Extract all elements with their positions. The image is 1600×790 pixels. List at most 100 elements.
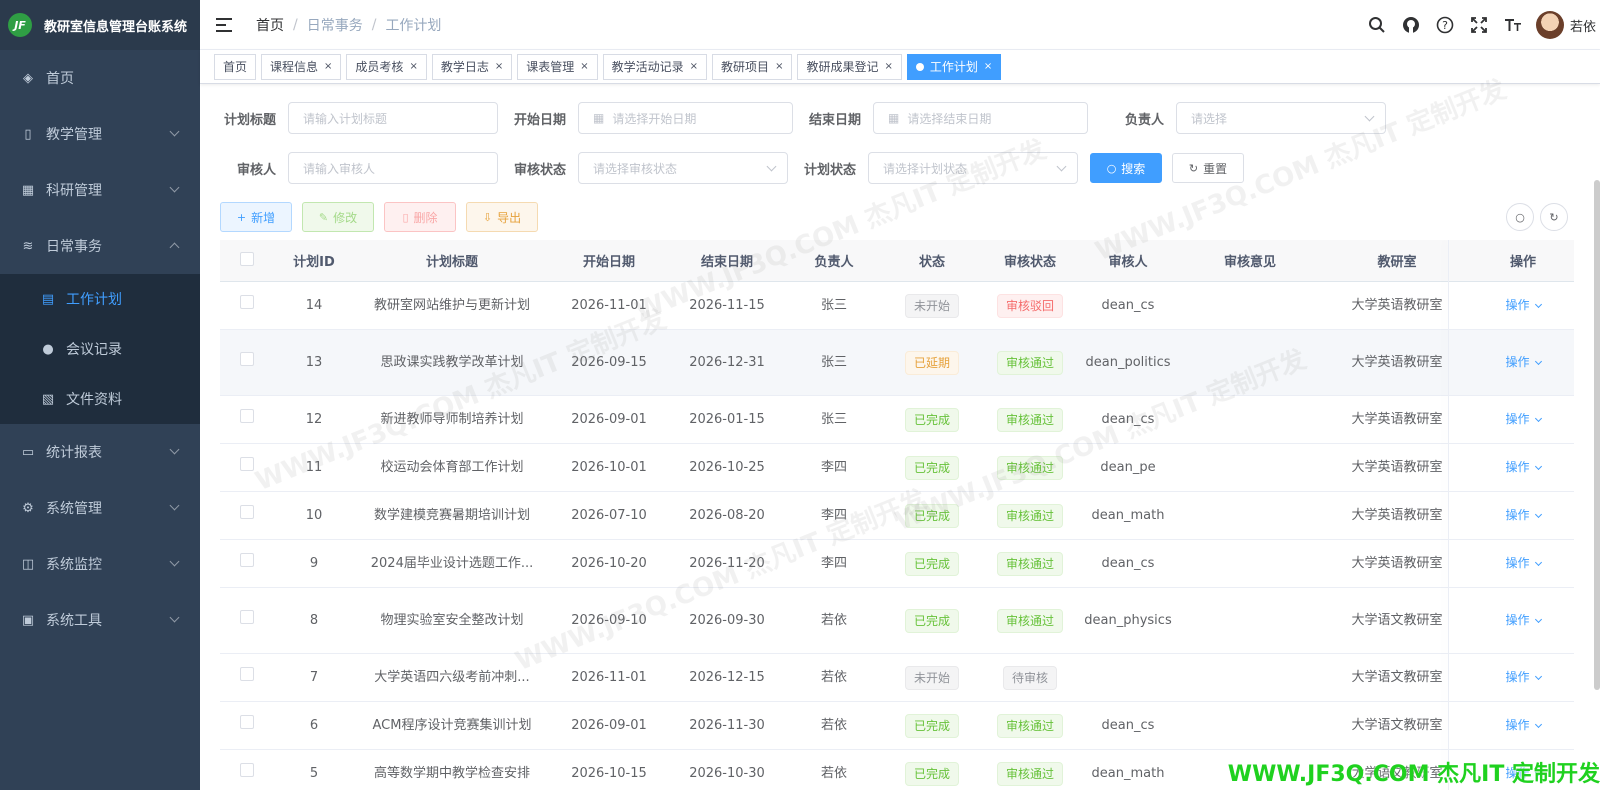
row-checkbox[interactable] bbox=[240, 505, 254, 519]
tab-item[interactable]: 课程信息 × bbox=[261, 53, 342, 80]
row-actions-dropdown[interactable]: 操作 bbox=[1505, 670, 1542, 684]
title-input[interactable]: 请输入计划标题 bbox=[288, 102, 498, 134]
close-icon[interactable]: × bbox=[884, 61, 892, 72]
sidebar-item-work-plan[interactable]: ▤ 工作计划 bbox=[0, 274, 200, 324]
row-checkbox[interactable] bbox=[240, 553, 254, 567]
sidebar-item-monitor[interactable]: ◫ 系统监控 bbox=[0, 536, 200, 592]
cell-op: 操作 bbox=[1472, 352, 1574, 373]
start-text: 2026-09-01 bbox=[571, 411, 647, 427]
row-checkbox[interactable] bbox=[240, 409, 254, 423]
calendar-icon: ▦ bbox=[593, 111, 605, 125]
breadcrumb-item: 日常事务 bbox=[306, 17, 363, 34]
title-label: 计划标题 bbox=[223, 112, 276, 128]
sidebar-item-research[interactable]: ▦ 科研管理 bbox=[0, 162, 200, 218]
breadcrumb-item[interactable]: 首页 bbox=[256, 15, 284, 35]
column-header[interactable]: 教研室 bbox=[1322, 251, 1472, 270]
row-checkbox[interactable] bbox=[240, 457, 254, 471]
github-icon[interactable] bbox=[1394, 0, 1428, 50]
font-size-icon[interactable] bbox=[1496, 0, 1530, 50]
close-icon[interactable]: × bbox=[409, 61, 417, 72]
hamburger-icon[interactable] bbox=[216, 17, 234, 32]
sidebar-item-daily[interactable]: ≋ 日常事务 bbox=[0, 218, 200, 274]
row-checkbox[interactable] bbox=[240, 295, 254, 309]
start-date-picker[interactable]: ▦ 请选择开始日期 bbox=[578, 102, 793, 134]
row-checkbox[interactable] bbox=[240, 715, 254, 729]
row-actions-dropdown[interactable]: 操作 bbox=[1505, 613, 1542, 627]
sidebar-item-meeting-records[interactable]: ● 会议记录 bbox=[0, 324, 200, 374]
owner-select[interactable]: 请选择 bbox=[1176, 102, 1386, 134]
row-checkbox[interactable] bbox=[240, 352, 254, 366]
tab-active[interactable]: 工作计划 × bbox=[906, 53, 1002, 80]
column-header[interactable]: 审核状态 bbox=[982, 251, 1078, 270]
row-actions-dropdown[interactable]: 操作 bbox=[1505, 508, 1542, 522]
tab-item[interactable]: 教研项目 × bbox=[712, 53, 793, 80]
review-status-select[interactable]: 请选择审核状态 bbox=[578, 152, 788, 184]
table-row[interactable]: 10 数学建模竞赛暑期培训计划 2026-07-10 2026-08-20 李四 已完成 审… bbox=[220, 492, 1574, 540]
reviewer-input[interactable]: 请输入审核人 bbox=[288, 152, 498, 184]
help-icon[interactable]: ? bbox=[1428, 0, 1462, 50]
column-header[interactable]: 开始日期 bbox=[550, 251, 668, 270]
table-row[interactable]: 8 物理实验室安全整改计划 2026-09-10 2026-09-30 若依 已完成 审核通… bbox=[220, 588, 1574, 654]
close-icon[interactable]: × bbox=[775, 61, 783, 72]
table-row[interactable]: 13 思政课实践教学改革计划 2026-09-15 2026-12-31 张三 已延期 审核… bbox=[220, 330, 1574, 396]
table-row[interactable]: 6 ACM程序设计竞赛集训计划 2026-09-01 2026-11-30 若依 已完成 审… bbox=[220, 702, 1574, 750]
table-row[interactable]: 7 大学英语四六级考前冲刺... 2026-11-01 2026-12-15 若依 未开始… bbox=[220, 654, 1574, 702]
avatar[interactable] bbox=[1535, 11, 1564, 39]
close-icon[interactable]: × bbox=[324, 61, 332, 72]
table-row[interactable]: 11 校运动会体育部工作计划 2026-10-01 2026-10-25 李四 已完成 审核… bbox=[220, 444, 1574, 492]
fullscreen-icon[interactable] bbox=[1462, 0, 1496, 50]
plan-status-select[interactable]: 请选择计划状态 bbox=[868, 152, 1078, 184]
column-header[interactable]: 审核人 bbox=[1078, 251, 1178, 270]
row-checkbox[interactable] bbox=[240, 610, 254, 624]
tab-label: 课程信息 bbox=[270, 60, 319, 74]
row-actions-dropdown[interactable]: 操作 bbox=[1505, 460, 1542, 474]
column-header[interactable]: 计划标题 bbox=[354, 251, 550, 270]
row-actions-dropdown[interactable]: 操作 bbox=[1505, 556, 1542, 570]
column-header[interactable]: 结束日期 bbox=[668, 251, 786, 270]
sidebar-item-tools[interactable]: ▣ 系统工具 bbox=[0, 592, 200, 648]
tab-item[interactable]: 教研成果登记 × bbox=[797, 53, 902, 80]
close-icon[interactable]: × bbox=[495, 61, 503, 72]
edit-button[interactable]: ✎ 修改 bbox=[302, 202, 374, 232]
column-header[interactable]: 审核意见 bbox=[1178, 251, 1322, 270]
tab-item[interactable]: 教学活动记录 × bbox=[602, 53, 708, 80]
search-icon[interactable] bbox=[1360, 0, 1394, 50]
tab-item[interactable]: 课表管理 × bbox=[517, 53, 598, 80]
sidebar-item-teaching[interactable]: ▯ 教学管理 bbox=[0, 106, 200, 162]
close-icon[interactable]: × bbox=[580, 61, 588, 72]
toggle-search-button[interactable]: ○ bbox=[1506, 203, 1534, 231]
column-header[interactable]: 状态 bbox=[882, 251, 982, 270]
close-icon[interactable]: × bbox=[984, 61, 992, 72]
brand[interactable]: JF 教研室信息管理台账系统 bbox=[0, 0, 200, 50]
delete-button[interactable]: ▯ 删除 bbox=[384, 202, 456, 232]
page-scrollbar[interactable] bbox=[1594, 180, 1600, 690]
table-row[interactable]: 9 2024届毕业设计选题工作... 2026-10-20 2026-11-20 李四 已… bbox=[220, 540, 1574, 588]
sidebar-item-system[interactable]: ⚙ 系统管理 bbox=[0, 480, 200, 536]
table-row[interactable]: 14 教研室网站维护与更新计划 2026-11-01 2026-11-15 张三 未开始 审… bbox=[220, 282, 1574, 330]
end-date-picker[interactable]: ▦ 请选择结束日期 bbox=[873, 102, 1088, 134]
column-header[interactable]: 操作 bbox=[1472, 251, 1574, 270]
search-button[interactable]: ○ 搜索 bbox=[1090, 153, 1162, 183]
reset-button[interactable]: ↻ 重置 bbox=[1172, 153, 1244, 183]
add-button[interactable]: + 新增 bbox=[220, 202, 292, 232]
row-actions-dropdown[interactable]: 操作 bbox=[1505, 355, 1542, 369]
row-actions-dropdown[interactable]: 操作 bbox=[1505, 298, 1542, 312]
column-header[interactable]: 负责人 bbox=[786, 251, 882, 270]
select-all-checkbox[interactable] bbox=[240, 251, 254, 266]
sidebar-item-home[interactable]: ◈ 首页 bbox=[0, 50, 200, 106]
sidebar-item-reports[interactable]: ▭ 统计报表 bbox=[0, 424, 200, 480]
tab-item[interactable]: 首页 bbox=[214, 53, 257, 80]
column-header[interactable]: 计划ID bbox=[274, 251, 354, 270]
row-checkbox[interactable] bbox=[240, 667, 254, 681]
table-row[interactable]: 12 新进教师导师制培养计划 2026-09-01 2026-01-15 张三 已完成 审核… bbox=[220, 396, 1574, 444]
sidebar-item-documents[interactable]: ▧ 文件资料 bbox=[0, 374, 200, 424]
row-actions-dropdown[interactable]: 操作 bbox=[1505, 412, 1542, 426]
refresh-button[interactable]: ↻ bbox=[1540, 203, 1568, 231]
close-icon[interactable]: × bbox=[690, 61, 698, 72]
row-checkbox[interactable] bbox=[240, 763, 254, 777]
tab-item[interactable]: 教学日志 × bbox=[431, 53, 513, 80]
export-button[interactable]: ⇩ 导出 bbox=[466, 202, 538, 232]
tab-item[interactable]: 成员考核 × bbox=[346, 53, 427, 80]
row-actions-dropdown[interactable]: 操作 bbox=[1505, 718, 1542, 732]
username[interactable]: 若依 bbox=[1570, 16, 1596, 35]
